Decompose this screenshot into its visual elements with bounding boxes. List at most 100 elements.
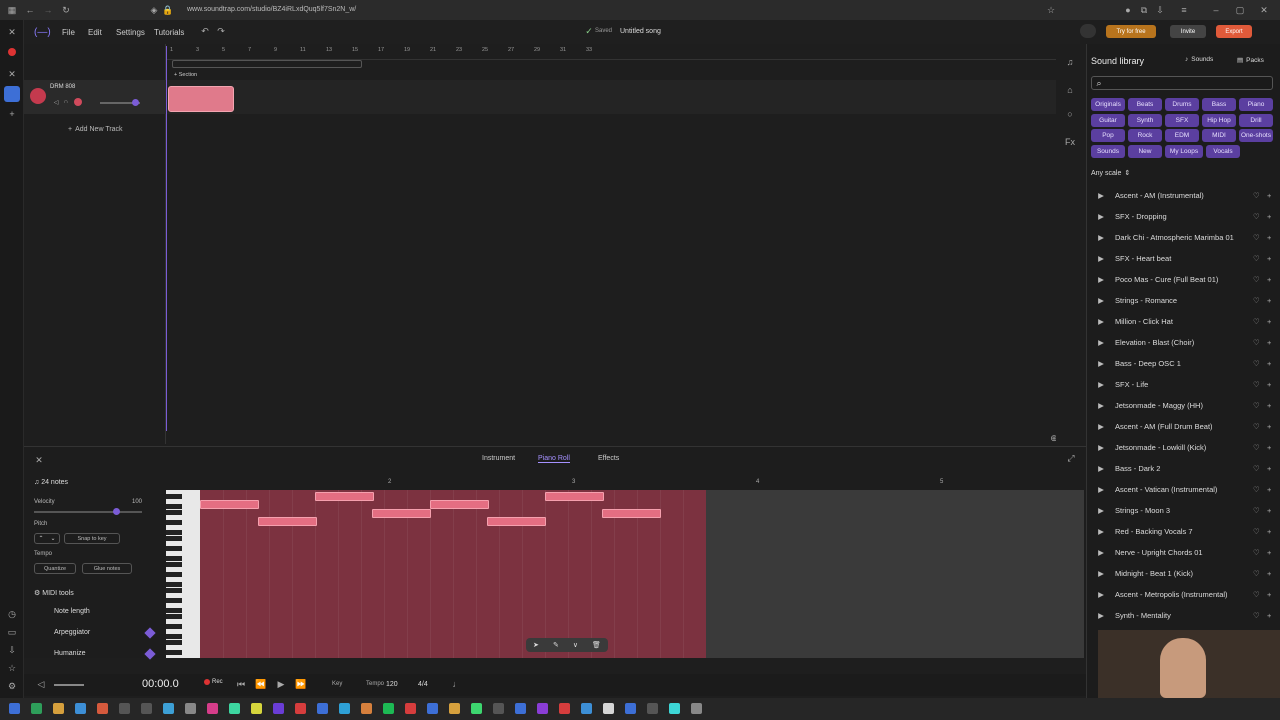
back-icon[interactable]: ← (24, 4, 36, 16)
play-icon[interactable]: ▶ (1087, 359, 1115, 368)
add-icon[interactable]: + (1267, 422, 1280, 431)
filter-chip[interactable]: EDM (1165, 129, 1199, 142)
taskbar-app-icon[interactable] (53, 703, 64, 714)
track-header[interactable]: DRM 808 ◁ ∩ (24, 80, 166, 114)
library-item[interactable]: ▶ Ascent - AM (Instrumental) ♡ + (1087, 185, 1280, 206)
library-search-input[interactable]: ⌕ (1091, 76, 1273, 90)
packs-tab[interactable]: ▤ Packs (1237, 56, 1264, 65)
midi-note[interactable] (487, 517, 546, 526)
timeline-ruler[interactable]: 1 3 5 7 9 11 13 15 17 19 21 23 25 27 29 31 33 (166, 46, 1056, 60)
velocity-knob[interactable] (113, 508, 120, 515)
active-app-icon[interactable] (4, 86, 20, 102)
filter-chip[interactable]: New (1128, 144, 1162, 158)
export-button[interactable]: Export (1216, 25, 1252, 38)
fast-forward-icon[interactable]: ⏩ (295, 679, 306, 689)
velocity-slider[interactable] (34, 511, 142, 513)
humanize-tool[interactable]: Humanize (54, 650, 86, 657)
menu-edit[interactable]: Edit (88, 28, 102, 37)
play-icon[interactable]: ▶ (1087, 338, 1115, 347)
taskbar-app-icon[interactable] (405, 703, 416, 714)
sounds-tab[interactable]: ♪ Sounds (1185, 56, 1213, 63)
profile-icon[interactable]: ● (1122, 4, 1134, 16)
piano-black-key[interactable] (166, 504, 182, 509)
settings-gear-icon[interactable]: ⚙ (6, 680, 18, 692)
add-icon[interactable]: + (1267, 380, 1280, 389)
track-lane[interactable] (166, 80, 1056, 114)
add-icon[interactable]: + (1267, 464, 1280, 473)
add-icon[interactable]: + (1267, 233, 1280, 242)
shield-icon[interactable]: ◈ (148, 4, 160, 16)
taskbar-app-icon[interactable] (9, 703, 20, 714)
library-item[interactable]: ▶ Bass - Dark 2 ♡ + (1087, 458, 1280, 479)
add-icon[interactable]: + (1267, 317, 1280, 326)
taskbar-app-icon[interactable] (119, 703, 130, 714)
library-item[interactable]: ▶ Ascent - Vatican (Instrumental) ♡ + (1087, 479, 1280, 500)
tempo-value[interactable]: 120 (386, 681, 398, 688)
fx-icon[interactable]: Fx (1064, 136, 1076, 148)
taskbar-app-icon[interactable] (537, 703, 548, 714)
heart-icon[interactable]: ♡ (1253, 275, 1267, 284)
add-icon[interactable]: + (1267, 275, 1280, 284)
snap-to-key-button[interactable]: Snap to key (64, 533, 120, 544)
add-icon[interactable]: + (1267, 443, 1280, 452)
filter-chip[interactable]: Beats (1128, 98, 1162, 111)
piano-black-key[interactable] (166, 650, 182, 655)
midi-note[interactable] (372, 509, 431, 518)
x-icon[interactable]: ✕ (6, 68, 18, 80)
piano-black-key[interactable] (166, 582, 182, 587)
library-item[interactable]: ▶ Midnight - Beat 1 (Kick) ♡ + (1087, 563, 1280, 584)
skip-back-icon[interactable]: ⏮ (236, 679, 246, 689)
piano-black-key[interactable] (166, 624, 182, 629)
piano-roll-ruler[interactable]: 2 3 4 5 (166, 479, 1086, 489)
add-icon[interactable]: + (1267, 590, 1280, 599)
library-item[interactable]: ▶ Dark Chi - Atmospheric Marimba 01 ♡ + (1087, 227, 1280, 248)
close-editor-icon[interactable]: ✕ (34, 455, 44, 465)
filter-chip[interactable]: Pop (1091, 129, 1125, 142)
record-arm-icon[interactable] (74, 98, 82, 106)
heart-icon[interactable]: ♡ (1253, 548, 1267, 557)
library-item[interactable]: ▶ Synth - Mentality ♡ + (1087, 605, 1280, 626)
filter-chip[interactable]: Bass (1202, 98, 1236, 111)
taskbar-app-icon[interactable] (339, 703, 350, 714)
add-icon[interactable]: + (1267, 485, 1280, 494)
piano-keyboard[interactable] (166, 490, 200, 658)
library-item[interactable]: ▶ Jetsonmade - Maggy (HH) ♡ + (1087, 395, 1280, 416)
add-icon[interactable]: + (1267, 296, 1280, 305)
midi-clip[interactable] (168, 86, 234, 112)
library-item[interactable]: ▶ Elevation - Blast (Choir) ♡ + (1087, 332, 1280, 353)
heart-icon[interactable]: ♡ (1253, 296, 1267, 305)
filter-chip[interactable]: Rock (1128, 129, 1162, 142)
midi-note[interactable] (545, 492, 604, 501)
menu-tutorials[interactable]: Tutorials (154, 28, 184, 37)
filter-chip[interactable]: My Loops (1165, 144, 1203, 158)
play-icon[interactable]: ▶ (1087, 527, 1115, 536)
play-icon[interactable]: ▶ (1087, 296, 1115, 305)
library-item[interactable]: ▶ Strings - Romance ♡ + (1087, 290, 1280, 311)
heart-icon[interactable]: ♡ (1253, 317, 1267, 326)
library-item[interactable]: ▶ Poco Mas - Cure (Full Beat 01) ♡ + (1087, 269, 1280, 290)
add-icon[interactable]: + (1267, 569, 1280, 578)
close-window-icon[interactable]: ✕ (1258, 4, 1270, 16)
add-icon[interactable]: + (1267, 611, 1280, 620)
play-icon[interactable]: ▶ (1087, 506, 1115, 515)
record-button[interactable]: Rec (204, 679, 223, 685)
taskbar-app-icon[interactable] (361, 703, 372, 714)
play-icon[interactable]: ▶ (1087, 464, 1115, 473)
heart-icon[interactable]: ♡ (1253, 359, 1267, 368)
try-for-free-button[interactable]: Try for free (1106, 25, 1156, 38)
piano-black-key[interactable] (166, 494, 182, 499)
glue-notes-button[interactable]: Glue notes (82, 563, 132, 574)
add-icon[interactable]: + (6, 108, 18, 120)
taskbar-app-icon[interactable] (471, 703, 482, 714)
play-icon[interactable]: ▶ (1087, 401, 1115, 410)
filter-chip[interactable]: One-shots (1239, 129, 1273, 142)
close-icon[interactable]: ✕ (6, 26, 18, 38)
minimize-icon[interactable]: – (1210, 4, 1222, 16)
play-icon[interactable]: ▶ (1087, 548, 1115, 557)
url-field[interactable]: www.soundtrap.com/studio/BZ4iRLxdQuq5lf7… (145, 3, 1055, 17)
filter-chip[interactable]: Drill (1239, 113, 1273, 127)
taskbar-app-icon[interactable] (31, 703, 42, 714)
piano-black-key[interactable] (166, 572, 182, 577)
add-icon[interactable]: + (1267, 191, 1280, 200)
soundtrap-logo-icon[interactable]: (—) (34, 27, 51, 38)
